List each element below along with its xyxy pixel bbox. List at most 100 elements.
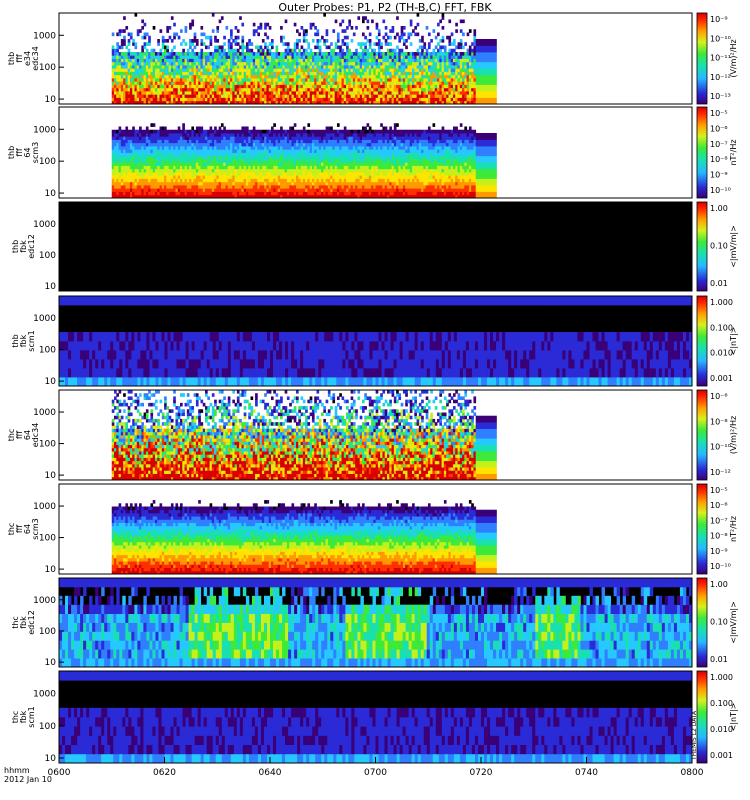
spectrogram-cell xyxy=(193,155,197,160)
spectrogram-cell xyxy=(214,52,217,56)
spectrogram-cell xyxy=(407,68,411,72)
spectrogram-cell xyxy=(211,149,215,153)
spectrogram-cell xyxy=(127,58,131,63)
spectrogram-cell xyxy=(234,181,238,186)
spectrogram-cell xyxy=(161,133,165,137)
spectrogram-cell xyxy=(350,26,354,30)
spectrogram-cell xyxy=(168,191,172,196)
spectrogram-cell xyxy=(466,32,470,37)
spectrogram-cell xyxy=(423,94,427,98)
spectrogram-cell xyxy=(111,155,115,160)
spectrogram-cell xyxy=(286,146,290,150)
spectrogram-cell xyxy=(341,58,345,63)
spectrogram-cell xyxy=(425,55,429,59)
spectrogram-cell xyxy=(389,74,392,79)
spectrogram-cell xyxy=(330,48,333,53)
spectrogram-cell xyxy=(241,65,245,69)
spectrogram-cell xyxy=(170,191,174,196)
spectrogram-cell xyxy=(475,91,497,95)
spectrogram-cell xyxy=(396,32,399,37)
spectrogram-cell xyxy=(300,87,304,92)
spectrogram-cell xyxy=(293,188,297,192)
spectrogram-cell xyxy=(364,55,367,59)
spectrogram-cell xyxy=(305,188,308,192)
spectrogram-cell xyxy=(268,178,272,183)
spectrogram-cell xyxy=(207,168,210,173)
spectrogram-cell xyxy=(184,149,188,153)
spectrogram-cell xyxy=(389,78,392,82)
spectrogram-cell xyxy=(468,94,472,98)
spectrogram-cell xyxy=(175,155,179,160)
spectrogram-cell xyxy=(166,136,170,140)
spectrogram-cell xyxy=(402,26,406,30)
spectrogram-cell xyxy=(180,159,183,163)
spectrogram-cell xyxy=(118,136,122,140)
spectrogram-cell xyxy=(434,87,438,92)
spectrogram-cell xyxy=(325,58,329,63)
spectrogram-cell xyxy=(177,58,181,63)
spectrogram-cell xyxy=(250,181,254,186)
spectrogram-cell xyxy=(396,65,399,69)
spectrogram-cell xyxy=(214,97,217,102)
spectrogram-cell xyxy=(120,97,124,102)
spectrogram-cell xyxy=(259,181,263,186)
spectrogram-cell xyxy=(243,191,247,196)
spectrogram-cell xyxy=(207,191,210,196)
spectrogram-cell xyxy=(366,65,370,69)
spectrogram-cell xyxy=(459,74,463,79)
spectrogram-cell xyxy=(286,129,290,134)
spectrogram-cell xyxy=(434,97,438,102)
spectrogram-cell xyxy=(361,19,365,24)
spectrogram-cell xyxy=(355,78,358,82)
spectrogram-cell xyxy=(284,65,288,69)
spectrogram-cell xyxy=(282,188,286,192)
spectrogram-cell xyxy=(384,91,388,95)
spectrogram-cell xyxy=(214,149,217,153)
spectrogram-cell xyxy=(375,26,379,30)
spectrogram-cell xyxy=(193,87,197,92)
spectrogram-cell xyxy=(168,185,172,189)
spectrogram-cell xyxy=(159,155,163,160)
spectrogram-cell xyxy=(330,71,333,76)
spectrogram-cell xyxy=(421,94,424,98)
spectrogram-cell xyxy=(114,139,117,144)
spectrogram-cell xyxy=(177,159,181,163)
spectrogram-cell xyxy=(243,185,247,189)
spectrogram-cell xyxy=(170,152,174,157)
spectrogram-cell xyxy=(366,26,370,30)
spectrogram-cell xyxy=(220,168,224,173)
spectrogram-cell xyxy=(334,58,338,63)
spectrogram-cell xyxy=(275,129,279,134)
spectrogram-cell xyxy=(280,139,283,144)
spectrogram-cell xyxy=(191,178,195,183)
spectrogram-cell xyxy=(216,142,220,147)
spectrogram-cell xyxy=(270,97,274,102)
spectrogram-cell xyxy=(243,181,247,186)
spectrogram-cell xyxy=(448,84,452,89)
spectrogram-cell xyxy=(316,52,320,56)
spectrogram-cell xyxy=(168,129,172,134)
spectrogram-cell xyxy=(473,39,477,43)
spectrogram-cell xyxy=(200,191,204,196)
spectrogram-cell xyxy=(134,84,138,89)
spectrogram-cell xyxy=(195,188,199,192)
spectrogram-cell xyxy=(170,181,174,186)
spectrogram-cell xyxy=(273,188,276,192)
spectrogram-cell xyxy=(216,58,220,63)
spectrogram-cell xyxy=(405,65,408,69)
spectrogram-cell xyxy=(230,139,233,144)
spectrogram-cell xyxy=(111,78,115,82)
spectrogram-cell xyxy=(473,32,477,37)
spectrogram-cell xyxy=(327,97,331,102)
spectrogram-cell xyxy=(145,32,149,37)
spectrogram-cell xyxy=(452,84,456,89)
spectrogram-cell xyxy=(323,81,326,85)
spectrogram-cell xyxy=(455,81,458,85)
spectrogram-cell xyxy=(177,97,181,102)
spectrogram-cell xyxy=(195,136,199,140)
spectrogram-cell xyxy=(136,181,140,186)
spectrogram-cell xyxy=(189,78,192,82)
spectrogram-cell xyxy=(170,74,174,79)
spectrogram-cell xyxy=(230,42,233,46)
spectrogram-cell xyxy=(437,61,440,66)
